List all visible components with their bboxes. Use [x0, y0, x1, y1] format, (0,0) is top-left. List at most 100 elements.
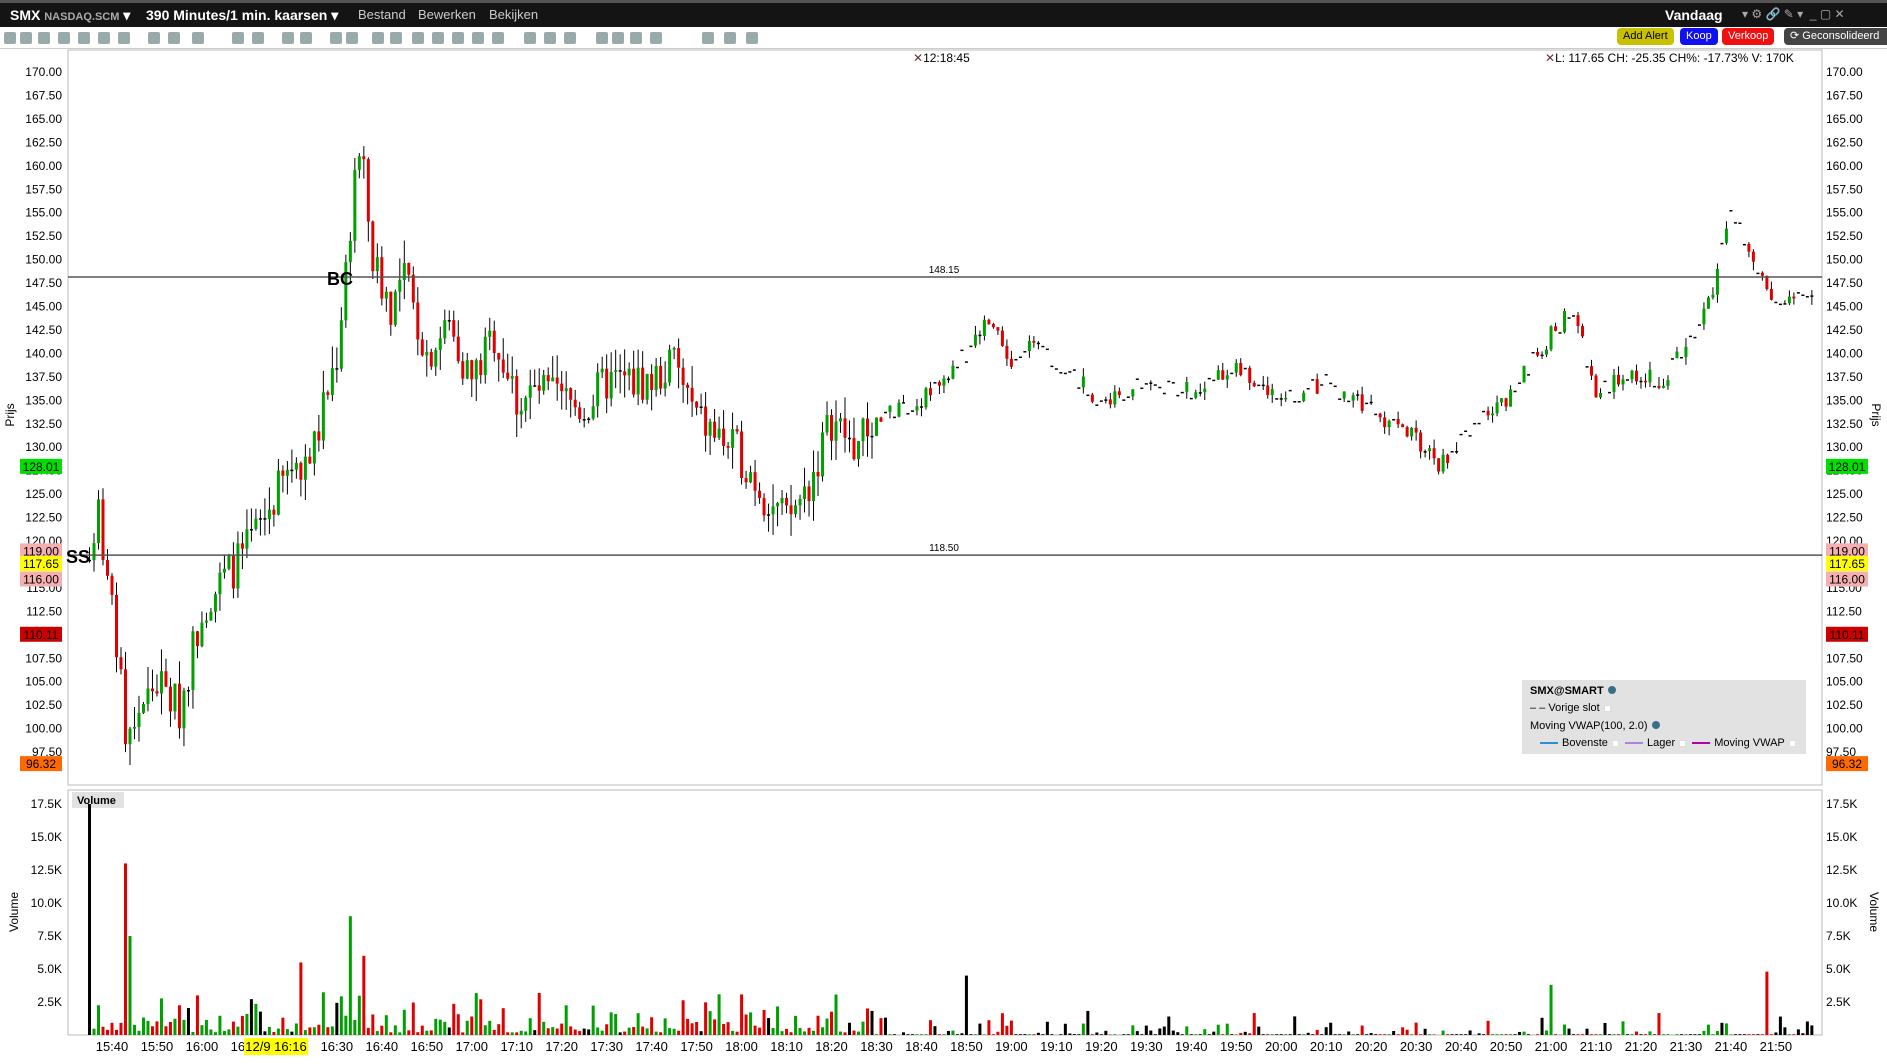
- candle: [1760, 272, 1764, 276]
- globe-icon[interactable]: [1651, 721, 1660, 729]
- volume-bar: [1410, 1034, 1414, 1035]
- price-tick-label: 140.00: [25, 346, 62, 360]
- candle: [150, 688, 154, 692]
- volume-bar: [1243, 1031, 1247, 1035]
- volume-bar: [740, 994, 744, 1035]
- candle: [1338, 398, 1342, 400]
- candle: [1616, 374, 1620, 385]
- globe-icon[interactable]: [1607, 686, 1616, 694]
- price-chart[interactable]: 170.00 170.00 167.50 167.50 165.00 165.00 162.…: [0, 0, 1887, 1064]
- price-tick-label: 100.00: [25, 722, 62, 736]
- candle: [1666, 380, 1670, 386]
- volume-bar: [1747, 1034, 1751, 1035]
- volume-bar: [1396, 1034, 1400, 1035]
- line-swatch-icon: [1692, 742, 1711, 745]
- candle: [137, 712, 141, 727]
- volume-bar: [848, 1022, 852, 1035]
- volume-bar: [1778, 1016, 1782, 1035]
- volume-bar: [141, 1017, 145, 1035]
- volume-bar: [641, 1026, 645, 1035]
- time-tick-label: 17:00: [455, 1039, 488, 1054]
- volume-bar: [1414, 1022, 1418, 1035]
- volume-bar: [123, 863, 127, 1035]
- volume-bar: [1760, 1034, 1764, 1035]
- volume-bar: [1180, 1034, 1184, 1035]
- price-tick-label: 165.00: [25, 112, 62, 126]
- volume-bar: [438, 1019, 442, 1035]
- volume-bar: [312, 1027, 316, 1035]
- candle: [1333, 385, 1337, 388]
- volume-bar: [263, 1031, 267, 1035]
- candle: [767, 514, 771, 516]
- candle: [1774, 301, 1778, 304]
- volume-bar: [1648, 1031, 1652, 1035]
- volume-bar: [1603, 1022, 1607, 1035]
- candle: [1572, 315, 1576, 317]
- candle: [609, 371, 613, 399]
- volume-bar: [429, 1030, 433, 1035]
- candle: [1527, 374, 1531, 376]
- volume-bar: [1572, 1034, 1576, 1035]
- volume-bar: [299, 962, 303, 1035]
- volume-bar: [1567, 1028, 1571, 1035]
- candle: [1513, 390, 1517, 393]
- volume-bar: [1590, 1034, 1594, 1035]
- volume-tick-label-right: 10.0K: [1826, 896, 1857, 910]
- candle: [1185, 382, 1189, 392]
- volume-bar: [200, 1025, 204, 1035]
- close-icon[interactable]: ✕: [913, 51, 923, 65]
- price-tick-label: 162.50: [25, 135, 62, 149]
- volume-bar: [1086, 1010, 1090, 1035]
- price-tick-label: 135.00: [25, 393, 62, 407]
- candle: [380, 257, 384, 299]
- checkbox[interactable]: [1603, 704, 1611, 712]
- candle: [636, 367, 640, 395]
- candle: [1531, 351, 1535, 354]
- candle: [106, 560, 110, 576]
- volume-bar: [668, 1028, 672, 1035]
- candle: [1729, 210, 1733, 212]
- volume-bar: [1792, 1034, 1796, 1035]
- volume-bar: [1675, 1034, 1679, 1035]
- volume-bar: [1261, 1034, 1265, 1035]
- volume-bar: [816, 1015, 820, 1035]
- price-marker-label: 116.00: [1829, 573, 1865, 587]
- candle: [699, 406, 703, 408]
- volume-bar: [1068, 1033, 1072, 1035]
- candle: [1113, 391, 1117, 405]
- candle: [384, 291, 388, 299]
- candle: [1005, 345, 1009, 359]
- candle: [1140, 387, 1144, 390]
- candle: [1756, 272, 1760, 275]
- volume-bar: [1491, 1034, 1495, 1035]
- checkbox[interactable]: [1788, 739, 1796, 747]
- time-tick-label: 17:20: [545, 1039, 578, 1054]
- time-tick-label: 21:40: [1715, 1039, 1748, 1054]
- candle: [632, 368, 636, 395]
- candle: [569, 388, 573, 400]
- close-icon[interactable]: ✕: [1545, 51, 1555, 65]
- candle: [542, 375, 546, 391]
- candle: [1742, 243, 1746, 246]
- volume-bar: [672, 1028, 676, 1035]
- volume-bar: [933, 1026, 937, 1035]
- candle: [1801, 294, 1805, 297]
- candle: [1747, 243, 1751, 252]
- candle: [1347, 400, 1351, 403]
- candle: [1387, 420, 1391, 428]
- candle: [1608, 391, 1612, 394]
- volume-bar: [1018, 1034, 1022, 1035]
- candle: [807, 486, 811, 502]
- volume-bar: [1329, 1022, 1333, 1035]
- checkbox[interactable]: [1611, 739, 1619, 747]
- volume-bar: [1207, 1034, 1211, 1035]
- volume-bar: [1131, 1025, 1135, 1035]
- candle: [132, 726, 136, 729]
- candle: [186, 689, 190, 692]
- volume-bar: [1419, 1034, 1423, 1035]
- checkbox[interactable]: [1679, 739, 1687, 747]
- candle: [1270, 389, 1274, 396]
- volume-bar: [402, 1009, 406, 1035]
- volume-bar: [326, 1027, 330, 1035]
- volume-bar: [798, 1027, 802, 1035]
